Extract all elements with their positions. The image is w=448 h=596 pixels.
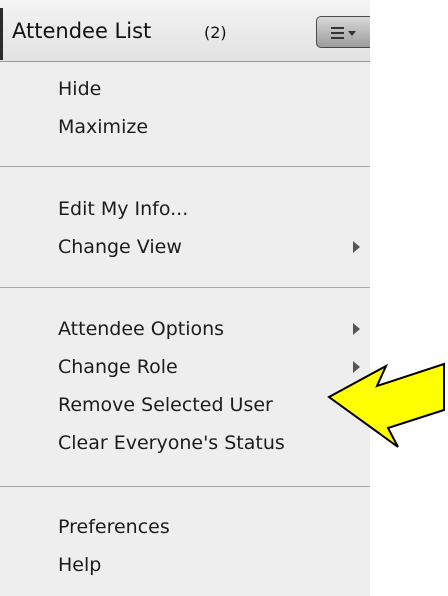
- arrow-left-icon: [327, 362, 445, 448]
